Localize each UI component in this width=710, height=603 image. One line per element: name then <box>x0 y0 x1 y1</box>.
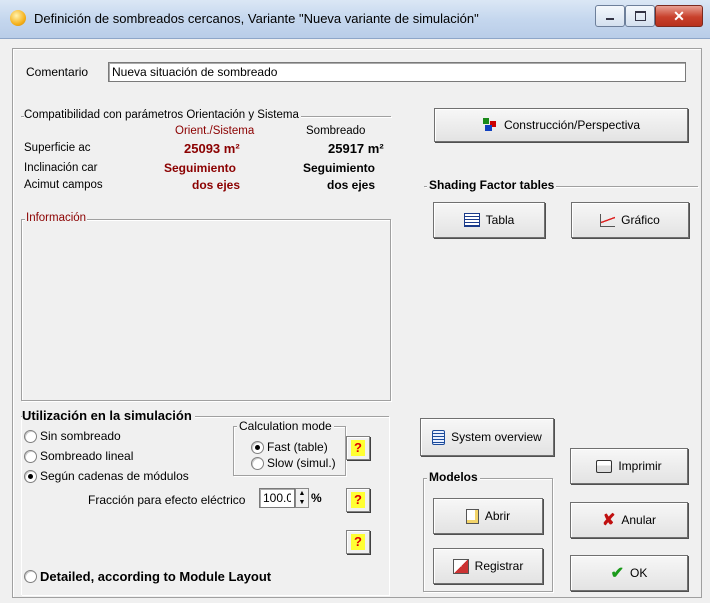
save-file-icon <box>452 558 469 574</box>
spin-down-icon[interactable]: ▼ <box>296 498 308 507</box>
imprimir-button[interactable]: Imprimir <box>570 448 688 484</box>
fraction-label: Fracción para efecto eléctrico <box>88 493 246 507</box>
compat-title: Compatibilidad con parámetros Orientació… <box>24 109 301 121</box>
option-sombreado-lineal[interactable]: Sombreado lineal <box>24 449 224 465</box>
help-icon: ? <box>351 534 365 550</box>
abrir-label: Abrir <box>484 509 511 523</box>
maximize-icon <box>634 11 646 21</box>
radio-fast[interactable] <box>251 441 264 454</box>
info-title: Información <box>25 212 88 224</box>
ok-button[interactable]: ✔ OK <box>570 555 688 591</box>
anular-button[interactable]: ✘ Anular <box>570 502 688 538</box>
maximize-button[interactable] <box>625 5 655 27</box>
fraction-spinner[interactable]: ▲ ▼ <box>295 488 309 508</box>
fraction-input[interactable] <box>259 488 295 508</box>
fraction-unit: % <box>311 491 322 505</box>
help-icon: ? <box>351 440 365 456</box>
radio-sin-sombreado[interactable] <box>24 430 37 443</box>
option-label: Según cadenas de módulos <box>40 469 189 483</box>
ok-label: OK <box>630 566 648 580</box>
radio-segun-cadenas[interactable] <box>24 470 37 483</box>
calc-mode-title: Calculation mode <box>237 419 334 433</box>
help-icon: ? <box>351 492 365 508</box>
radio-sombreado-lineal[interactable] <box>24 450 37 463</box>
option-label: Slow (simul.) <box>267 456 336 470</box>
grafico-label: Gráfico <box>621 213 660 227</box>
construction-icon <box>482 118 498 132</box>
chart-icon <box>600 213 616 227</box>
option-fast[interactable]: Fast (table) <box>251 440 341 455</box>
tabla-button[interactable]: Tabla <box>433 202 545 238</box>
option-segun-cadenas[interactable]: Según cadenas de módulos <box>24 469 224 485</box>
compat-value-sombreado: dos ejes <box>327 178 376 192</box>
help-button-fraction[interactable]: ? <box>346 488 370 512</box>
compat-col-orient: Orient./Sistema <box>175 125 255 137</box>
option-label: Detailed, according to Module Layout <box>40 569 272 584</box>
app-icon <box>10 10 26 26</box>
printer-icon <box>596 459 613 473</box>
compat-row-label: Superficie ac <box>24 142 91 154</box>
shading-factor-title: Shading Factor tables <box>427 178 557 192</box>
option-label: Sin sombreado <box>40 429 121 443</box>
comment-label: Comentario <box>26 65 89 79</box>
abrir-button[interactable]: Abrir <box>433 498 543 534</box>
option-label: Fast (table) <box>267 440 328 454</box>
compat-value-orient: Seguimiento <box>164 161 237 175</box>
construccion-perspectiva-button[interactable]: Construcción/Perspectiva <box>434 108 688 142</box>
registrar-label: Registrar <box>474 559 524 573</box>
help-button-detailed[interactable]: ? <box>346 530 370 554</box>
checkmark-icon: ✔ <box>610 565 625 582</box>
info-group <box>21 219 391 401</box>
modelos-title: Modelos <box>427 470 480 484</box>
option-slow[interactable]: Slow (simul.) <box>251 456 341 471</box>
grafico-button[interactable]: Gráfico <box>571 202 689 238</box>
table-icon <box>463 213 480 227</box>
title-bar[interactable]: Definición de sombreados cercanos, Varia… <box>0 0 710 39</box>
construccion-label: Construcción/Perspectiva <box>503 118 641 132</box>
system-overview-label: System overview <box>451 430 542 444</box>
compat-col-sombreado: Sombreado <box>306 125 366 137</box>
compat-value-orient: dos ejes <box>192 178 241 192</box>
compat-row-label: Acimut campos <box>24 179 103 191</box>
compat-value-orient: 25093 m² <box>184 141 240 156</box>
registrar-button[interactable]: Registrar <box>433 548 543 584</box>
close-button[interactable]: ✕ <box>655 5 703 27</box>
comment-field[interactable] <box>108 62 686 82</box>
compat-value-sombreado: Seguimiento <box>303 161 376 175</box>
radio-slow[interactable] <box>251 457 264 470</box>
minimize-button[interactable] <box>595 5 625 27</box>
minimize-icon <box>606 18 614 20</box>
utilizacion-title: Utilización en la simulación <box>22 408 195 423</box>
open-file-icon <box>465 508 479 524</box>
system-overview-button[interactable]: System overview <box>420 418 554 456</box>
tabla-label: Tabla <box>485 213 515 227</box>
help-button-calc[interactable]: ? <box>346 436 370 460</box>
cancel-icon: ✘ <box>601 512 616 529</box>
radio-detailed[interactable] <box>24 570 37 583</box>
compat-row-label: Inclinación car <box>24 162 98 174</box>
spin-up-icon[interactable]: ▲ <box>296 489 308 498</box>
imprimir-label: Imprimir <box>618 459 662 473</box>
anular-label: Anular <box>621 513 657 527</box>
close-icon: ✕ <box>673 7 685 24</box>
option-detailed[interactable]: Detailed, according to Module Layout <box>24 569 324 585</box>
document-icon <box>432 429 446 445</box>
option-label: Sombreado lineal <box>40 449 134 463</box>
compat-value-sombreado: 25917 m² <box>328 141 384 156</box>
window-title: Definición de sombreados cercanos, Varia… <box>34 11 479 26</box>
